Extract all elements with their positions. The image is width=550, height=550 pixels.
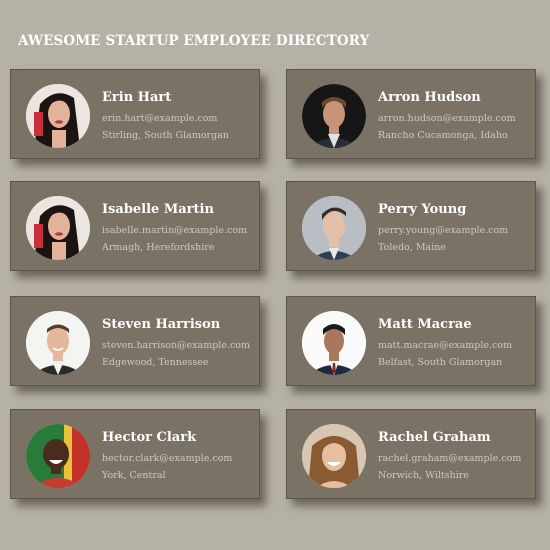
avatar [302,424,366,488]
employee-card[interactable]: Erin Hart erin.hart@example.com Stirling… [10,69,260,159]
employee-email: rachel.graham@example.com [378,453,522,464]
employee-location: Stirling, South Glamorgan [102,130,229,141]
employee-location: Edgewood, Tennessee [102,357,209,368]
employee-card[interactable]: Arron Hudson arron.hudson@example.com Ra… [286,69,536,159]
employee-location: Rancho Cucamonga, Idaho [378,130,508,141]
employee-location: York, Central [102,470,166,481]
employee-name: Isabelle Martin [102,202,214,217]
employee-name: Arron Hudson [378,90,481,105]
employee-location: Armagh, Herefordshire [102,242,215,253]
avatar [26,424,90,488]
avatar [302,84,366,148]
employee-card[interactable]: Hector Clark hector.clark@example.com Yo… [10,409,260,499]
employee-name: Rachel Graham [378,430,491,445]
employee-card[interactable]: Perry Young perry.young@example.com Tole… [286,181,536,271]
employee-location: Toledo, Maine [378,242,446,253]
employee-email: perry.young@example.com [378,225,509,236]
employee-location: Belfast, South Glamorgan [378,357,503,368]
employee-email: arron.hudson@example.com [378,113,516,124]
employee-name: Matt Macrae [378,317,472,332]
employee-name: Erin Hart [102,90,172,105]
employee-card[interactable]: Matt Macrae matt.macrae@example.com Belf… [286,296,536,386]
employee-card[interactable]: Steven Harrison steven.harrison@example.… [10,296,260,386]
employee-location: Norwich, Wiltshire [378,470,469,481]
employee-email: isabelle.martin@example.com [102,225,248,236]
page-title: AWESOME STARTUP EMPLOYEE DIRECTORY [18,33,370,49]
employee-email: steven.harrison@example.com [102,340,251,351]
employee-card[interactable]: Isabelle Martin isabelle.martin@example.… [10,181,260,271]
employee-email: hector.clark@example.com [102,453,233,464]
avatar [26,196,90,260]
avatar [302,196,366,260]
employee-name: Hector Clark [102,430,197,445]
avatar [26,84,90,148]
avatar [302,311,366,375]
employee-email: erin.hart@example.com [102,113,218,124]
avatar [26,311,90,375]
employee-email: matt.macrae@example.com [378,340,513,351]
employee-name: Steven Harrison [102,317,221,332]
employee-name: Perry Young [378,202,467,217]
employee-card[interactable]: Rachel Graham rachel.graham@example.com … [286,409,536,499]
